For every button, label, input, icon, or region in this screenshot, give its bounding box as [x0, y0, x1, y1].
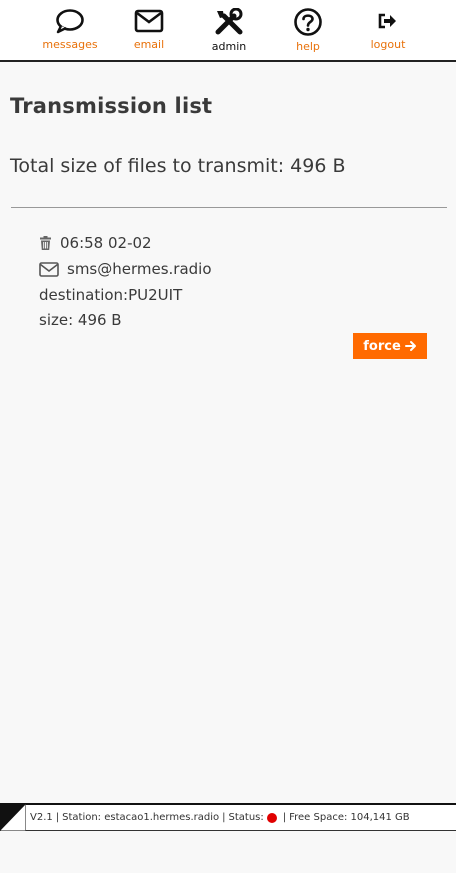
nav-logout-label: logout	[370, 38, 406, 51]
nav-help[interactable]: help	[268, 8, 348, 58]
entry-time: 06:58 02-02	[60, 234, 152, 252]
status-label: Status:	[228, 812, 264, 823]
nav-messages-label: messages	[42, 38, 98, 51]
entry-size: size: 496 B	[39, 310, 122, 329]
sign-out-icon	[378, 13, 396, 29]
free-space-text: Free Space: 104,141 GB	[289, 812, 410, 823]
status-text: V2.1 | Station: estacao1.hermes.radio | …	[30, 812, 410, 823]
entry-time-row: 06:58 02-02	[39, 230, 429, 256]
status-indicator	[266, 812, 277, 823]
entry-destination: destination:PU2UIT	[39, 285, 183, 304]
divider	[11, 207, 447, 208]
nav-help-label: help	[296, 40, 320, 53]
top-nav: messages email admin help logout	[0, 0, 456, 62]
nav-email-label: email	[133, 38, 165, 51]
version-text: V2.1	[30, 812, 53, 823]
question-circle-icon	[294, 8, 322, 36]
envelope-outline-icon	[39, 261, 59, 277]
nav-email[interactable]: email	[109, 8, 189, 58]
arrow-right-icon	[404, 341, 416, 351]
entry-email-row: sms@hermes.radio	[39, 256, 429, 282]
comment-icon	[56, 9, 84, 34]
nav-admin-label: admin	[211, 40, 247, 53]
total-size-text: Total size of files to transmit: 496 B	[10, 155, 346, 177]
nav-admin[interactable]: admin	[189, 8, 269, 58]
nav-logout[interactable]: logout	[348, 8, 428, 58]
force-button-label: force	[363, 338, 401, 354]
status-bar: V2.1 | Station: estacao1.hermes.radio | …	[0, 803, 456, 831]
tools-icon	[215, 8, 243, 35]
trash-icon[interactable]	[39, 236, 52, 250]
envelope-icon	[134, 9, 164, 33]
station-text: Station: estacao1.hermes.radio	[62, 812, 220, 823]
transmission-entry: 06:58 02-02 sms@hermes.radio destination…	[39, 230, 429, 332]
nav-messages[interactable]: messages	[30, 8, 110, 58]
page-title: Transmission list	[10, 94, 213, 118]
corner-logo-icon	[0, 803, 26, 831]
force-button[interactable]: force	[353, 333, 427, 359]
entry-email: sms@hermes.radio	[67, 260, 212, 278]
